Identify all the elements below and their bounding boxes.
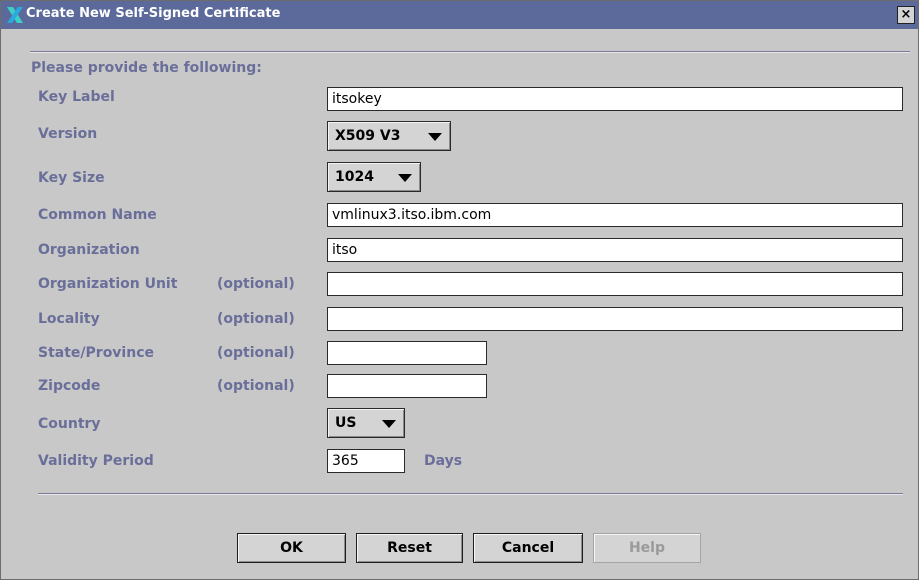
key-label-field[interactable]: itsokey (327, 87, 903, 111)
dialog-window: Create New Self-Signed Certificate × Ple… (0, 0, 919, 580)
reset-button[interactable]: Reset (356, 533, 463, 563)
chevron-down-icon (398, 174, 412, 182)
title-bar[interactable]: Create New Self-Signed Certificate × (1, 1, 918, 29)
help-button[interactable]: Help (593, 533, 701, 563)
chevron-down-icon (428, 133, 442, 141)
ok-button[interactable]: OK (237, 533, 346, 563)
state-province-label: State/Province (38, 345, 154, 361)
organization-unit-field[interactable] (327, 272, 903, 296)
common-name-label: Common Name (38, 207, 157, 223)
locality-optional: (optional) (217, 311, 295, 327)
state-province-optional: (optional) (217, 345, 295, 361)
organization-field[interactable]: itso (327, 238, 903, 262)
zipcode-label: Zipcode (38, 378, 101, 394)
key-size-label: Key Size (38, 170, 105, 186)
key-size-dropdown[interactable]: 1024 (327, 162, 421, 192)
key-label-label: Key Label (38, 89, 115, 105)
cancel-button[interactable]: Cancel (473, 533, 583, 563)
version-dropdown[interactable]: X509 V3 (327, 121, 451, 151)
validity-period-field[interactable]: 365 (327, 449, 405, 473)
organization-unit-label: Organization Unit (38, 276, 178, 292)
common-name-field[interactable]: vmlinux3.itso.ibm.com (327, 203, 903, 227)
bottom-separator (38, 493, 903, 495)
state-province-field[interactable] (327, 341, 487, 365)
validity-period-label: Validity Period (38, 453, 154, 469)
country-dropdown[interactable]: US (327, 408, 405, 438)
form-heading: Please provide the following: (31, 60, 262, 76)
validity-unit: Days (424, 453, 463, 469)
close-button[interactable]: × (897, 6, 915, 24)
country-selected: US (335, 415, 357, 431)
zipcode-field[interactable] (327, 374, 487, 398)
window-title: Create New Self-Signed Certificate (26, 6, 281, 21)
key-size-selected: 1024 (335, 169, 374, 185)
app-x-icon (6, 6, 24, 24)
organization-unit-optional: (optional) (217, 276, 295, 292)
country-label: Country (38, 416, 101, 432)
locality-label: Locality (38, 311, 100, 327)
chevron-down-icon (382, 420, 396, 428)
locality-field[interactable] (327, 307, 903, 331)
zipcode-optional: (optional) (217, 378, 295, 394)
top-separator (30, 51, 910, 53)
organization-label: Organization (38, 242, 140, 258)
version-label: Version (38, 126, 98, 142)
version-selected: X509 V3 (335, 128, 401, 144)
